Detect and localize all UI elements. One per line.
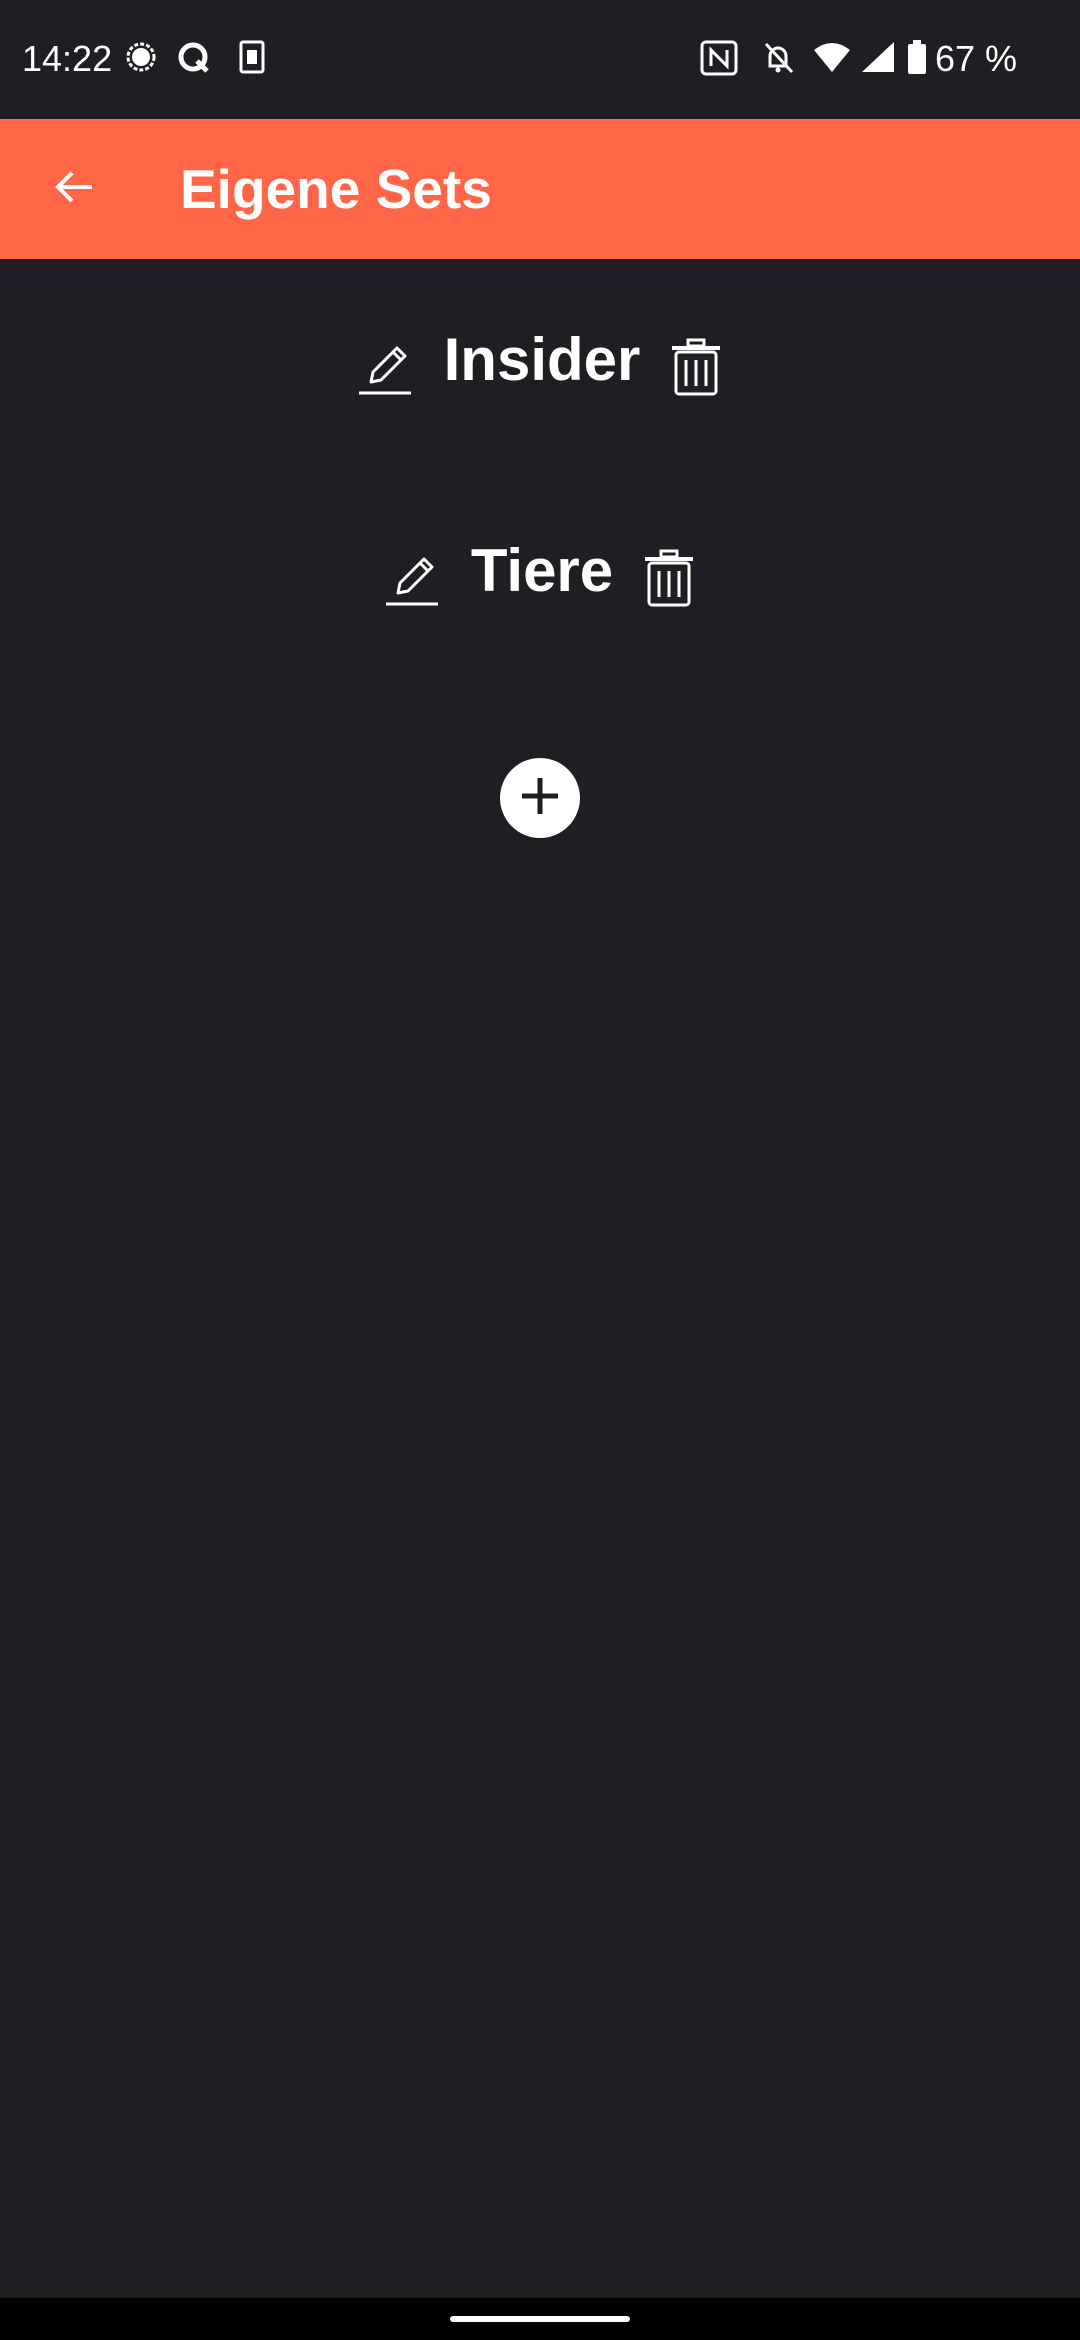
system-navigation-bar: [0, 2298, 1080, 2340]
pencil-icon: [357, 338, 415, 401]
svg-text:5: 5: [838, 61, 846, 74]
signal-messenger-icon: [124, 40, 158, 79]
set-item: Tiere: [0, 516, 1080, 626]
delete-set-button[interactable]: [639, 548, 699, 612]
app-bar: Eigene Sets: [0, 119, 1080, 259]
status-bar: 14:22 5 67 %: [0, 0, 1080, 119]
delete-set-button[interactable]: [666, 337, 726, 401]
battery-percentage: 67 %: [935, 38, 1018, 79]
sim-card-icon: [238, 40, 266, 79]
nfc-icon: [700, 40, 738, 81]
set-name[interactable]: Insider: [444, 330, 641, 390]
wifi-icon: 5: [812, 40, 852, 79]
set-item: Insider: [0, 305, 1080, 415]
plus-icon: [518, 774, 562, 823]
battery-icon: [906, 40, 928, 81]
set-name[interactable]: Tiere: [471, 541, 613, 601]
trash-icon: [643, 549, 695, 612]
arrow-back-icon: [52, 165, 96, 214]
pencil-icon: [384, 549, 442, 612]
home-gesture-handle[interactable]: [450, 2316, 630, 2322]
trash-icon: [670, 338, 722, 401]
cell-signal-icon: [860, 40, 896, 79]
back-button[interactable]: [34, 149, 114, 229]
q-app-icon: [176, 40, 212, 81]
add-set-button[interactable]: [500, 758, 580, 838]
edit-set-button[interactable]: [354, 337, 418, 401]
page-title: Eigene Sets: [180, 158, 492, 220]
notifications-muted-icon: [760, 40, 796, 81]
edit-set-button[interactable]: [381, 548, 445, 612]
status-time: 14:22: [22, 38, 113, 79]
